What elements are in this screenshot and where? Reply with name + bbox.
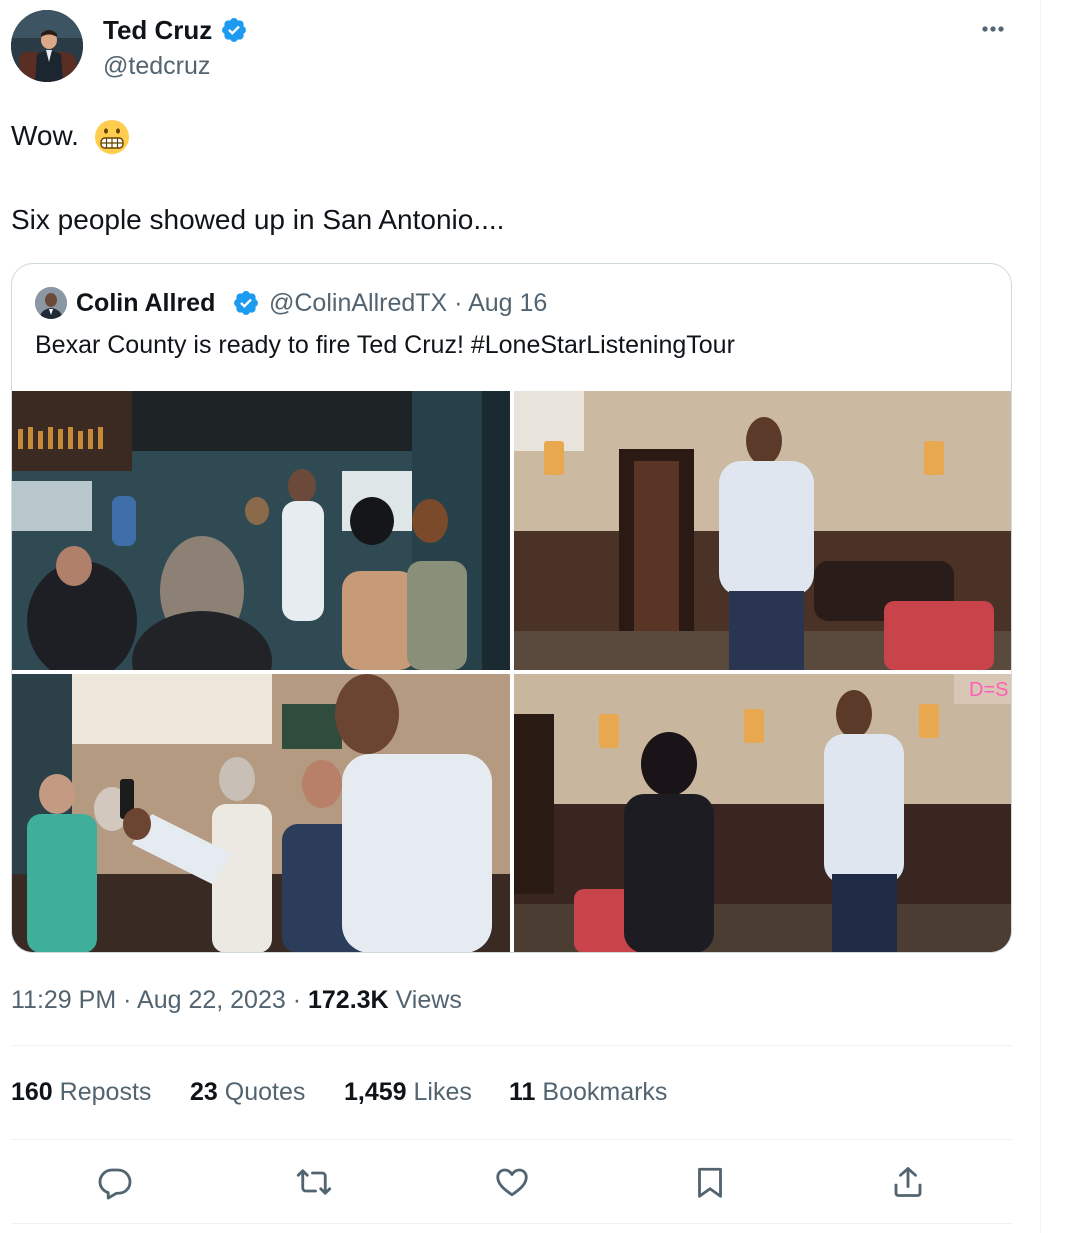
quoted-tweet-card[interactable]: Colin Allred @ColinAllredTX · Aug 16 Bex…: [11, 263, 1012, 953]
bookmark-icon: [698, 1167, 722, 1198]
share-icon: [894, 1167, 922, 1197]
views-count: 172.3K: [308, 986, 389, 1014]
meta-separator: ·: [292, 986, 302, 1014]
views-label: Views: [395, 986, 462, 1014]
bookmark-button[interactable]: [690, 1162, 730, 1202]
svg-text:D=S: D=S: [969, 679, 1008, 701]
share-button[interactable]: [888, 1162, 928, 1202]
quoted-tweet-text: Bexar County is ready to fire Ted Cruz! …: [35, 331, 735, 359]
quoted-author-avatar[interactable]: [35, 287, 67, 319]
repost-button[interactable]: [294, 1162, 334, 1202]
divider: [11, 1045, 1012, 1046]
quoted-photo-3[interactable]: [12, 674, 510, 952]
column-divider: [1040, 0, 1041, 1233]
more-options-icon[interactable]: [975, 15, 1011, 43]
tweet-text-line1: Wow.: [11, 120, 79, 151]
reposts-stat[interactable]: 160 Reposts: [11, 1078, 151, 1107]
reply-button[interactable]: [95, 1162, 135, 1202]
author-avatar[interactable]: [11, 10, 83, 82]
quoted-author-name[interactable]: Colin Allred: [76, 289, 215, 318]
repost-icon: [296, 1169, 332, 1195]
like-button[interactable]: [492, 1162, 532, 1202]
quoted-author-handle[interactable]: @ColinAllredTX: [269, 289, 447, 317]
quotes-label: Quotes: [224, 1078, 306, 1106]
quoted-photo-2[interactable]: [514, 391, 1011, 670]
reposts-count: 160: [11, 1078, 53, 1106]
tweet-timestamp: 11:29 PM · Aug 22, 2023 · 172.3K Views: [11, 986, 462, 1015]
author-handle[interactable]: @tedcruz: [103, 52, 210, 81]
verified-badge-icon: [222, 18, 246, 42]
meta-separator: ·: [123, 986, 132, 1014]
divider: [11, 1139, 1012, 1140]
divider: [11, 1223, 1012, 1224]
author-name[interactable]: Ted Cruz: [103, 15, 212, 46]
grimacing-face-icon: [95, 120, 129, 154]
quoted-photo-1[interactable]: [12, 391, 510, 670]
quoted-meta: @ColinAllredTX · Aug 16: [269, 289, 547, 318]
post-date[interactable]: Aug 22, 2023: [137, 986, 286, 1014]
likes-label: Likes: [413, 1078, 472, 1106]
bookmarks-count: 11: [509, 1078, 536, 1106]
likes-stat[interactable]: 1,459 Likes: [344, 1078, 472, 1107]
meta-separator: ·: [454, 289, 463, 317]
quoted-photo-4[interactable]: D=S: [514, 674, 1011, 952]
post-time[interactable]: 11:29 PM: [11, 986, 116, 1014]
quotes-stat[interactable]: 23 Quotes: [190, 1078, 305, 1107]
like-icon: [496, 1168, 528, 1197]
likes-count: 1,459: [344, 1078, 407, 1106]
quoted-date[interactable]: Aug 16: [468, 289, 547, 317]
verified-badge-icon: [234, 291, 258, 315]
quotes-count: 23: [190, 1078, 218, 1106]
reposts-label: Reposts: [59, 1078, 152, 1106]
tweet: Ted Cruz @tedcruz Wow. Six people showed…: [0, 0, 1040, 1233]
bookmarks-label: Bookmarks: [542, 1078, 668, 1106]
tweet-text-line2: Six people showed up in San Antonio....: [11, 204, 505, 235]
bookmarks-stat[interactable]: 11 Bookmarks: [509, 1078, 667, 1107]
reply-icon: [98, 1168, 132, 1200]
